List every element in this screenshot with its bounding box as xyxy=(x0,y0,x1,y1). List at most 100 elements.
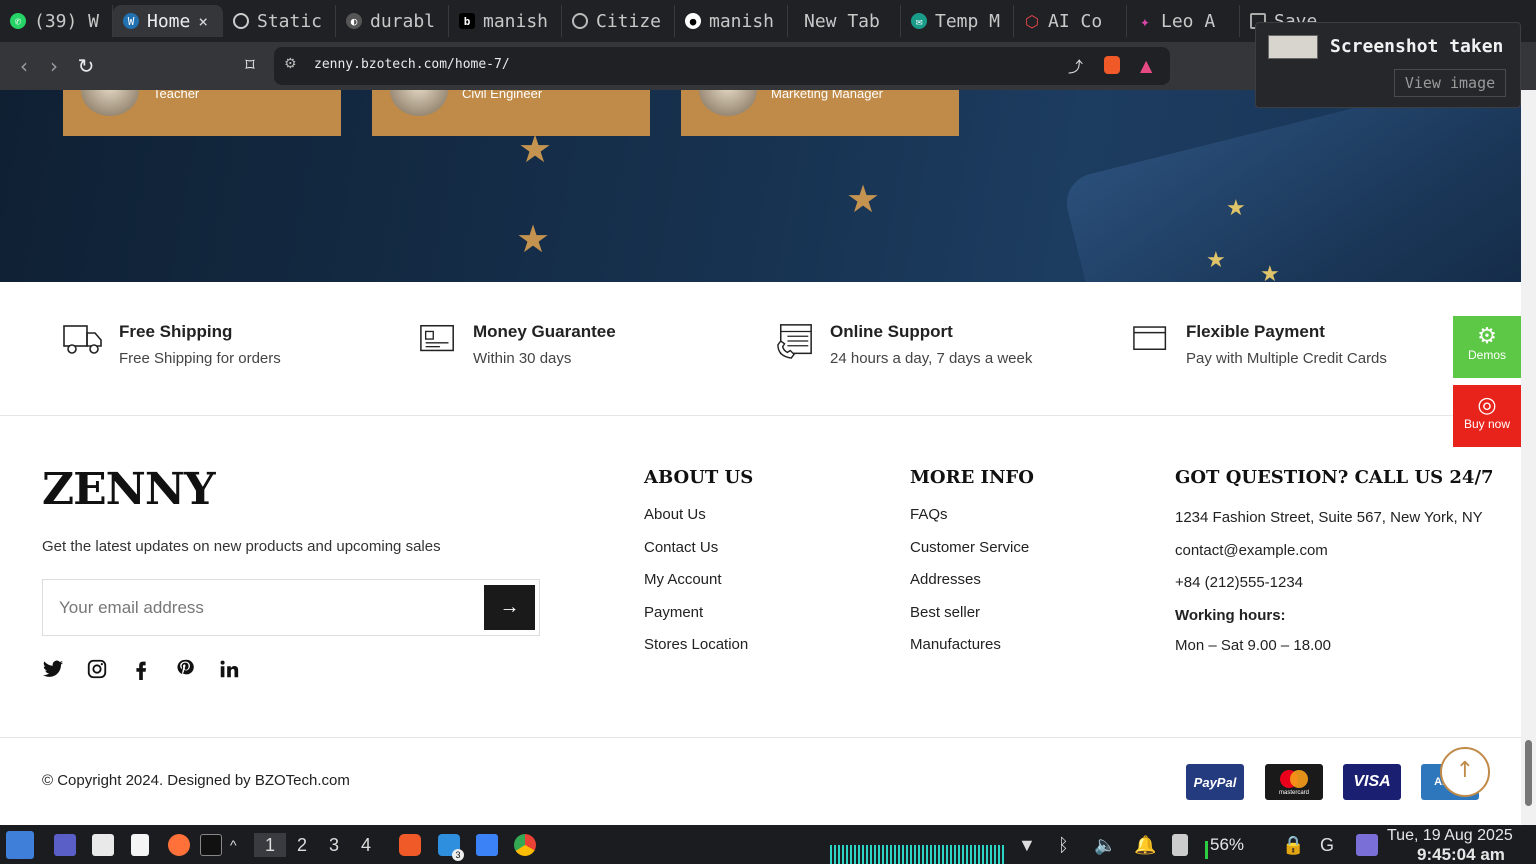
feature-title: Free Shipping xyxy=(119,322,233,341)
site-settings-icon[interactable]: ⚙ xyxy=(284,56,297,72)
share-icon[interactable]: ⤴ xyxy=(1068,56,1083,77)
footer-link-stores-location[interactable]: Stores Location xyxy=(644,636,753,669)
desktop-icon[interactable] xyxy=(54,834,76,856)
brave-rewards-icon[interactable]: ▲ xyxy=(1140,56,1152,75)
text-editor-icon[interactable] xyxy=(131,834,149,856)
clock-time[interactable]: 9:45:04 am xyxy=(1417,845,1505,865)
notification-bell-icon[interactable]: 🔔 xyxy=(1134,833,1156,857)
workspace-4[interactable]: 4 xyxy=(361,833,371,857)
footer-link-about-us[interactable]: About Us xyxy=(644,506,753,539)
workspace-1[interactable]: 1 xyxy=(254,833,286,857)
social-links xyxy=(42,658,240,680)
battery-percent: 56% xyxy=(1210,835,1245,854)
tab-ai-code[interactable]: ⬡ AI Co xyxy=(1014,5,1127,37)
tab-close-icon[interactable]: × xyxy=(198,12,208,31)
folder-icon[interactable] xyxy=(476,834,498,856)
page-scrollbar[interactable] xyxy=(1521,90,1536,825)
instagram-icon[interactable] xyxy=(86,658,108,680)
wordpress-icon: W xyxy=(123,13,139,29)
tab-static[interactable]: Static xyxy=(223,5,336,37)
workspace-3[interactable]: 3 xyxy=(329,833,339,857)
contact-address: 1234 Fashion Street, Suite 567, New York… xyxy=(1175,509,1483,526)
demos-button[interactable]: ⚙ Demos xyxy=(1453,316,1521,378)
forward-button[interactable]: › xyxy=(42,54,66,78)
address-bar[interactable]: ⚙ zenny.bzotech.com/home-7/ ⤴ ▲ xyxy=(274,47,1170,85)
newsletter-tagline: Get the latest updates on new products a… xyxy=(42,538,441,555)
clipboard-icon[interactable] xyxy=(1172,834,1188,856)
tab-new-tab[interactable]: New Tab xyxy=(788,5,901,37)
scroll-to-top-button[interactable]: ↑ xyxy=(1440,747,1490,797)
url-text[interactable]: zenny.bzotech.com/home-7/ xyxy=(314,57,510,72)
clock-date[interactable]: Tue, 19 Aug 2025 xyxy=(1387,827,1513,845)
working-hours-label: Working hours: xyxy=(1175,606,1286,624)
back-button[interactable]: ‹ xyxy=(12,54,36,78)
reload-button[interactable]: ↻ xyxy=(74,54,98,78)
support-calendar-icon xyxy=(777,324,812,359)
footer-link-payment[interactable]: Payment xyxy=(644,604,753,637)
tab-temp-mail[interactable]: ✉ Temp M xyxy=(901,5,1014,37)
footer-link-addresses[interactable]: Addresses xyxy=(910,571,1034,604)
subscribe-button[interactable]: → xyxy=(484,585,535,630)
email-input[interactable] xyxy=(43,580,483,635)
pinterest-icon[interactable] xyxy=(174,658,196,680)
tab-leo[interactable]: ✦ Leo A xyxy=(1127,5,1240,37)
lock-icon[interactable]: 🔒 xyxy=(1282,833,1304,857)
tab-durable[interactable]: ◐ durabl xyxy=(336,5,449,37)
tab-behance[interactable]: b manish xyxy=(449,5,562,37)
bookmark-icon[interactable]: ⌑ xyxy=(238,54,262,78)
footer-link-best-seller[interactable]: Best seller xyxy=(910,604,1034,637)
logout-icon[interactable]: G xyxy=(1320,833,1334,857)
twitter-icon[interactable] xyxy=(42,658,64,680)
network-graph xyxy=(830,845,1006,864)
testimonial-role: Civil Engineer xyxy=(462,90,543,101)
visa-label: VISA xyxy=(1353,773,1391,790)
tab-label: Leo A xyxy=(1161,10,1216,32)
display-icon[interactable] xyxy=(1356,834,1378,856)
whatsapp-icon: ✆ xyxy=(10,13,26,29)
temp-mail-icon: ✉ xyxy=(911,13,927,29)
testimonial-role: Teacher xyxy=(153,90,200,101)
tab-label: AI Co xyxy=(1048,10,1103,32)
brave-icon[interactable] xyxy=(399,834,421,856)
linkedin-icon[interactable] xyxy=(218,658,240,680)
feature-subtitle: Free Shipping for orders xyxy=(119,350,281,367)
tab-whatsapp[interactable]: ✆ (39) W xyxy=(0,5,113,37)
behance-icon: b xyxy=(459,13,475,29)
workspace-2[interactable]: 2 xyxy=(297,833,307,857)
gear-icon: ⚙ xyxy=(1477,323,1497,348)
tab-label: manish xyxy=(709,10,775,32)
tab-label: New Tab xyxy=(804,10,880,32)
site-logo[interactable]: ZENNY xyxy=(42,464,216,515)
tab-home[interactable]: W Home × xyxy=(113,5,223,37)
volume-icon[interactable]: 🔈 xyxy=(1094,833,1116,857)
brave-shields-icon[interactable] xyxy=(1104,56,1120,74)
file-manager-icon[interactable] xyxy=(92,834,114,856)
tab-github[interactable]: ● manish xyxy=(675,5,788,37)
chrome-icon[interactable] xyxy=(514,834,536,856)
about-us-column: ABOUT US About Us Contact Us My Account … xyxy=(644,468,753,669)
tab-citizen[interactable]: Citize xyxy=(562,5,675,37)
terminal-icon[interactable] xyxy=(200,834,222,856)
app-launcher-icon[interactable] xyxy=(6,831,34,859)
ai-code-icon: ⬡ xyxy=(1025,11,1039,31)
footer-link-contact-us[interactable]: Contact Us xyxy=(644,539,753,572)
view-image-button[interactable]: View image xyxy=(1394,69,1506,97)
truck-icon xyxy=(63,325,102,354)
wifi-icon[interactable]: ▼ xyxy=(1018,833,1036,857)
facebook-icon[interactable] xyxy=(130,658,152,680)
footer-link-faqs[interactable]: FAQs xyxy=(910,506,1034,539)
copyright-text: © Copyright 2024. Designed by BZOTech.co… xyxy=(42,772,350,789)
feature-title: Online Support xyxy=(830,322,953,341)
paypal-label: PayPal xyxy=(1193,774,1237,790)
firefox-icon[interactable] xyxy=(168,834,190,856)
scrollbar-thumb[interactable] xyxy=(1525,740,1532,806)
bluetooth-icon[interactable]: ᛒ xyxy=(1058,833,1069,857)
contact-email[interactable]: contact@example.com xyxy=(1175,542,1495,575)
footer-link-manufactures[interactable]: Manufactures xyxy=(910,636,1034,669)
contact-phone[interactable]: +84 (212)555-1234 xyxy=(1175,574,1495,607)
footer-link-my-account[interactable]: My Account xyxy=(644,571,753,604)
github-icon: ● xyxy=(685,13,701,29)
footer-link-customer-service[interactable]: Customer Service xyxy=(910,539,1034,572)
star-decoration-icon: ★ xyxy=(516,217,551,261)
chevron-up-icon[interactable]: ^ xyxy=(230,833,237,857)
